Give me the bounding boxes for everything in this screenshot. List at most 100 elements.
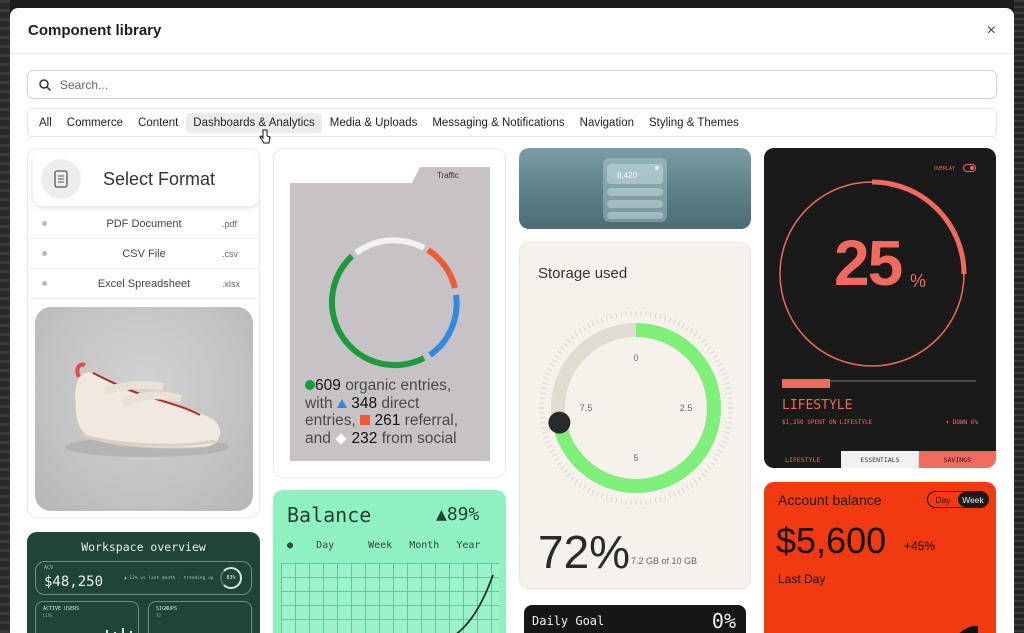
- gauge-tick: [721, 440, 727, 444]
- account-chart-shape: [959, 625, 978, 633]
- gauge-tick: [649, 498, 652, 504]
- referral-square-icon: [360, 415, 371, 425]
- gauge-tick: [620, 312, 623, 318]
- daily-goal-card[interactable]: Daily Goal 0%: [519, 602, 751, 633]
- gauge-tick-label: 2.5: [680, 403, 693, 413]
- toggle-week[interactable]: Week: [958, 492, 988, 507]
- tab-lifestyle[interactable]: LIFESTYLE: [764, 451, 841, 468]
- gauge-tick: [539, 397, 545, 399]
- close-button[interactable]: ×: [987, 22, 996, 40]
- workspace-amount: $48,250: [44, 574, 104, 590]
- shoe-product-image[interactable]: [35, 307, 253, 511]
- tab-commerce[interactable]: Commerce: [60, 113, 130, 133]
- lifestyle-pct: 25: [834, 227, 903, 299]
- account-delta: +45%: [904, 539, 936, 553]
- select-format-header[interactable]: Select Format: [33, 152, 259, 206]
- account-period-toggle[interactable]: Day Week: [927, 491, 989, 508]
- format-option-xlsx[interactable]: Excel Spreadsheet .xlsx: [28, 269, 259, 299]
- organic-value: 609: [315, 377, 341, 394]
- gauge-tick: [712, 457, 718, 462]
- gauge-tick: [582, 326, 587, 332]
- backdrop-right: [1014, 0, 1024, 633]
- format-name: PDF Document: [106, 217, 182, 230]
- account-balance-card[interactable]: Account balance Day Week $5,600 +45% Las…: [764, 482, 996, 633]
- balance-tab-month[interactable]: Month: [409, 540, 439, 551]
- gauge-tick: [672, 319, 676, 325]
- tab-dashboards-analytics[interactable]: Dashboards & Analytics: [186, 112, 322, 133]
- gauge-tick: [543, 377, 549, 381]
- referral-prefix: entries,: [305, 412, 356, 429]
- direct-prefix: with: [305, 394, 333, 412]
- hand-cursor-icon: [259, 129, 271, 144]
- storage-value: 72%: [538, 526, 631, 578]
- gauge-tick: [654, 313, 657, 319]
- balance-card[interactable]: Balance ▲89% ● Day Week Month Year: [273, 490, 506, 633]
- gauge-tick: [596, 319, 600, 325]
- gauge-tick: [543, 435, 549, 439]
- gauge-tick: [727, 397, 733, 399]
- gauge-tick: [563, 469, 568, 474]
- gauge-tick: [697, 335, 702, 340]
- format-option-csv[interactable]: CSV File .csv: [28, 239, 259, 269]
- glass-widget-card[interactable]: 8,420: [519, 148, 751, 229]
- daily-goal-title: Daily Goal: [532, 614, 605, 628]
- gauge-tick: [715, 453, 721, 457]
- storage-sub: 7.2 GB of 10 GB: [631, 556, 698, 566]
- gauge-tick: [620, 498, 623, 504]
- tab-savings[interactable]: SAVINGS: [918, 451, 996, 468]
- search-input[interactable]: [60, 77, 960, 92]
- toggle-day[interactable]: Day: [928, 492, 958, 507]
- tab-messaging-notifications[interactable]: Messaging & Notifications: [425, 113, 571, 133]
- lifestyle-tabs: LIFESTYLE ESSENTIALS SAVINGS: [764, 451, 996, 468]
- bullet-icon: [42, 281, 47, 286]
- tab-all[interactable]: All: [32, 113, 59, 133]
- modal-title: Component library: [28, 22, 162, 39]
- balance-chart-grid: [281, 563, 499, 633]
- gauge-tick: [574, 479, 579, 484]
- social-diamond-icon: [335, 432, 347, 445]
- gauge-tick: [689, 329, 694, 334]
- glass-panel: 8,420: [603, 158, 667, 222]
- traffic-card[interactable]: Traffic 609 organic entries, with 348 di…: [273, 148, 506, 478]
- gauge-tick: [668, 317, 672, 323]
- workspace-overview-card[interactable]: Workspace overview ACV $48,250 ▲ 12% vs …: [27, 532, 260, 633]
- account-period: Last Day: [778, 572, 826, 586]
- gauge-tick: [547, 444, 553, 448]
- format-option-pdf[interactable]: PDF Document .pdf: [28, 209, 259, 239]
- tab-styling-themes[interactable]: Styling & Themes: [642, 113, 746, 133]
- gauge-tick: [725, 426, 731, 429]
- format-ext: .csv: [222, 248, 239, 259]
- gauge-tick: [587, 323, 591, 329]
- storage-used-card[interactable]: Storage used 0 2.5 5 7.5 72% 7.2 GB of 10 G…: [519, 242, 751, 589]
- gauge-tick: [645, 499, 647, 505]
- gauge-tick: [726, 421, 732, 424]
- lifestyle-card[interactable]: OVERLAY 25 % LIFESTYLE $1,250 SPENT ON L…: [764, 148, 996, 468]
- tab-content[interactable]: Content: [131, 113, 185, 133]
- gauge-tick: [539, 417, 545, 419]
- gauge-tick: [725, 387, 731, 390]
- referral-label: referral,: [404, 412, 459, 429]
- gauge-tick: [712, 354, 718, 359]
- gauge-tick: [625, 499, 627, 505]
- tab-navigation[interactable]: Navigation: [573, 113, 641, 133]
- gauge-tick: [551, 359, 557, 363]
- tab-media-uploads[interactable]: Media & Uploads: [323, 113, 425, 133]
- traffic-legend: 609 organic entries, with 348 direct ent…: [305, 377, 477, 447]
- active-dot-icon: ●: [287, 540, 294, 551]
- select-format-card[interactable]: Select Format PDF Document .pdf CSV File…: [27, 148, 260, 518]
- gauge-tick: [693, 479, 698, 484]
- balance-tab-day[interactable]: ● Day: [287, 540, 351, 551]
- gauge-tick: [549, 449, 555, 453]
- tab-essentials[interactable]: ESSENTIALS: [841, 451, 919, 468]
- balance-tab-week[interactable]: Week: [368, 540, 392, 551]
- signups-sub: 7D: [156, 613, 161, 618]
- search-bar[interactable]: [27, 70, 997, 99]
- gauge-tick: [724, 431, 730, 434]
- organic-dot-icon: [305, 380, 315, 390]
- gauge-tick: [625, 311, 627, 317]
- organic-label: organic entries,: [345, 377, 452, 394]
- balance-tab-year[interactable]: Year: [456, 540, 480, 551]
- direct-value: 348: [351, 394, 378, 412]
- gauge-tick: [557, 461, 562, 466]
- gauge-tick-label: 7.5: [580, 403, 593, 413]
